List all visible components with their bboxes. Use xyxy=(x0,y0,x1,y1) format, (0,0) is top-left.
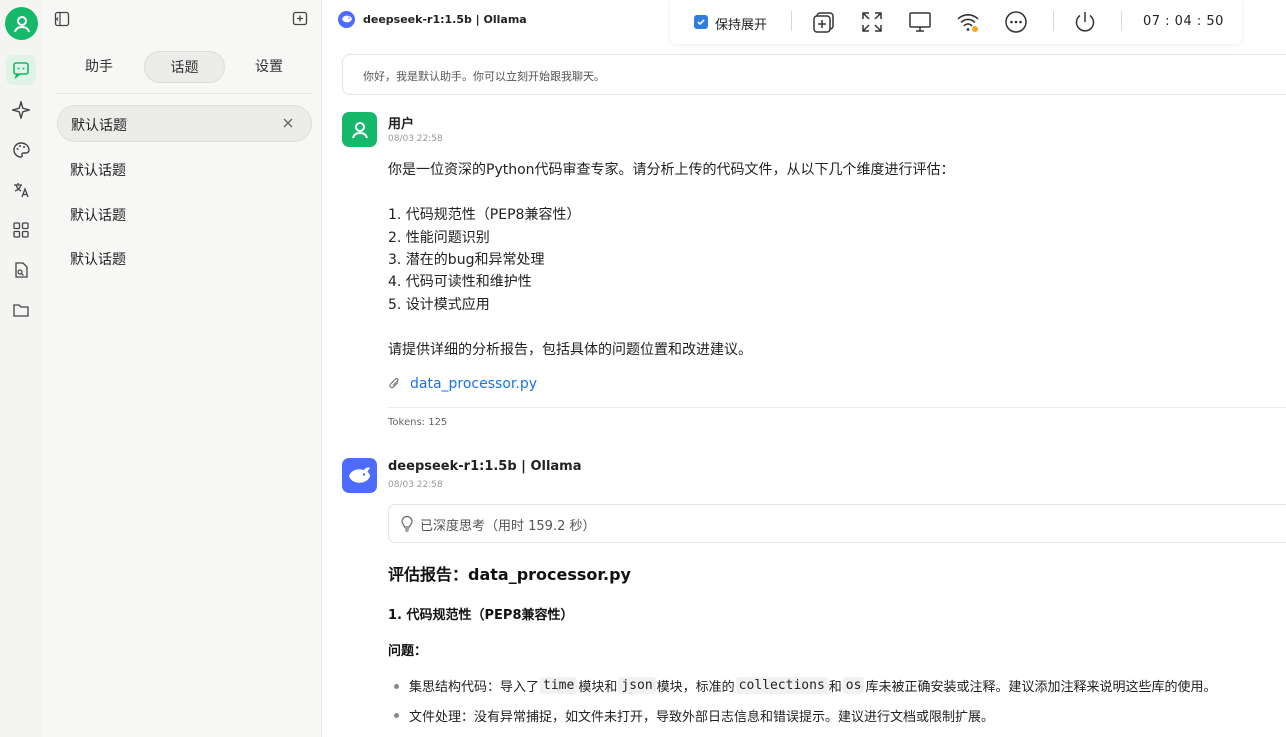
message-author: 用户 xyxy=(388,117,415,132)
text-span: 模块，标准的 xyxy=(656,680,735,695)
message-line: 你是一位资深的Python代码审查专家。请分析上传的代码文件，从以下几个维度进行… xyxy=(388,162,955,178)
divider xyxy=(1121,11,1122,31)
icon-rail xyxy=(0,0,42,737)
selected-topic[interactable]: 默认话题 xyxy=(57,105,312,142)
sparkle-icon[interactable] xyxy=(9,98,33,122)
report-title: 评估报告：data_processor.py xyxy=(388,565,631,584)
inline-code: time xyxy=(540,677,578,694)
topic-item[interactable]: 默认话题 xyxy=(70,160,126,180)
text-span: 集思结构代码：导入了 xyxy=(409,680,540,695)
text-span: 模块和 xyxy=(578,680,618,695)
chat-header: deepseek-r1:1.5b | Ollama xyxy=(338,10,527,28)
wifi-icon[interactable] xyxy=(956,10,980,34)
bullet-dot xyxy=(394,684,399,689)
message-line: 请提供详细的分析报告，包括具体的问题位置和改进建议。 xyxy=(388,342,752,358)
message-author: deepseek-r1:1.5b | Ollama xyxy=(388,459,582,474)
text-span: 和 xyxy=(828,680,842,695)
close-icon[interactable] xyxy=(281,116,297,132)
panel-tabs: 助手 话题 设置 xyxy=(57,48,311,94)
thinking-panel[interactable]: 已深度思考（用时 159.2 秒） xyxy=(388,504,1286,543)
paperclip-icon xyxy=(389,378,399,389)
file-search-icon[interactable] xyxy=(9,258,33,282)
message-time: 08/03 22:58 xyxy=(388,134,443,144)
sidebar-toggle-icon[interactable] xyxy=(52,9,72,29)
keep-expanded-label[interactable]: 保持展开 xyxy=(715,14,767,33)
message-line: 1. 代码规范性（PEP8兼容性） xyxy=(388,207,581,223)
message-divider xyxy=(388,407,1286,408)
user-avatar-icon xyxy=(342,112,377,147)
deepseek-avatar-icon xyxy=(342,458,377,493)
more-icon[interactable] xyxy=(1004,10,1028,34)
apps-grid-icon[interactable] xyxy=(9,218,33,242)
problem-label: 问题： xyxy=(388,644,428,659)
section-title: 1. 代码规范性（PEP8兼容性） xyxy=(388,608,574,623)
deepseek-logo-icon xyxy=(338,10,355,28)
attachment[interactable]: data_processor.py xyxy=(388,376,537,392)
keep-expanded-checkbox[interactable] xyxy=(694,15,708,29)
list-item: 文件处理：没有异常捕捉，如文件未打开，导致外部日志信息和错误提示。建议进行文档或… xyxy=(409,710,995,725)
message-time: 08/03 22:58 xyxy=(388,480,443,490)
divider xyxy=(1053,11,1054,31)
translate-icon[interactable] xyxy=(9,178,33,202)
thinking-label: 已深度思考（用时 159.2 秒） xyxy=(420,519,596,534)
palette-icon[interactable] xyxy=(9,138,33,162)
message-line: 2. 性能问题识别 xyxy=(388,230,490,246)
token-count: Tokens: 125 xyxy=(388,417,448,428)
fullscreen-icon[interactable] xyxy=(860,10,884,34)
selected-topic-label: 默认话题 xyxy=(71,118,127,134)
attachment-filename[interactable]: data_processor.py xyxy=(410,376,537,392)
tab-assistant[interactable]: 助手 xyxy=(57,51,141,83)
assistant-greeting: 你好，我是默认助手。你可以立刻开始跟我聊天。 xyxy=(342,54,1286,95)
chat-icon[interactable] xyxy=(6,55,36,85)
system-toolbar: 保持展开 07 : 04 : 50 xyxy=(670,0,1242,44)
divider xyxy=(791,11,792,31)
clock: 07 : 04 : 50 xyxy=(1143,14,1224,29)
folder-icon[interactable] xyxy=(9,298,33,322)
model-title: deepseek-r1:1.5b | Ollama xyxy=(363,12,527,26)
bullet-dot xyxy=(394,713,399,718)
message-line: 4. 代码可读性和维护性 xyxy=(388,274,532,290)
monitor-icon[interactable] xyxy=(908,10,932,34)
message-line: 3. 潜在的bug和异常处理 xyxy=(388,252,545,268)
topic-item[interactable]: 默认话题 xyxy=(70,249,126,269)
topic-item[interactable]: 默认话题 xyxy=(70,205,126,225)
power-icon[interactable] xyxy=(1073,10,1097,34)
list-item: 集思结构代码：导入了 time 模块和 json 模块，标准的 collecti… xyxy=(409,676,1216,695)
tab-settings[interactable]: 设置 xyxy=(227,51,311,83)
greeting-text: 你好，我是默认助手。你可以立刻开始跟我聊天。 xyxy=(363,70,605,83)
new-topic-icon[interactable] xyxy=(290,9,310,29)
message-line: 5. 设计模式应用 xyxy=(388,297,490,313)
tab-topics[interactable]: 话题 xyxy=(144,51,225,83)
inline-code: collections xyxy=(735,677,828,694)
text-span: 库未被正确安装或注释。建议添加注释来说明这些库的使用。 xyxy=(865,680,1217,695)
topic-panel: 助手 话题 设置 默认话题 默认话题 默认话题 默认话题 xyxy=(42,0,322,737)
lightbulb-icon xyxy=(401,516,413,532)
add-window-icon[interactable] xyxy=(812,10,836,34)
user-avatar-icon[interactable] xyxy=(5,7,38,40)
inline-code: os xyxy=(842,677,865,694)
inline-code: json xyxy=(618,677,656,694)
